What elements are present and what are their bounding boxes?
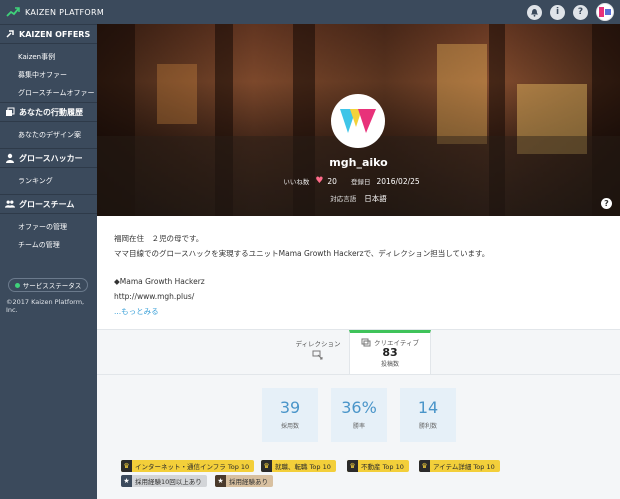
- brand-logo[interactable]: KAIZEN PLATFORM: [6, 6, 104, 18]
- tab-creative[interactable]: クリエイティブ 83 投稿数: [349, 330, 431, 375]
- sidebar-section-label: あなたの行動履歴: [19, 107, 83, 117]
- service-status-label: サービスステータス: [22, 282, 82, 290]
- bio-line: ママ目線でのグロースハックを実現するユニットMama Growth Hacker…: [114, 249, 490, 258]
- badge-adopted: ★ 採用経験あり: [215, 475, 273, 487]
- profile-stats-row: いいね数 ♥ 20 登録日 2016/02/25: [97, 176, 620, 186]
- crown-icon: ♛: [347, 460, 358, 472]
- stat-win-rate: 36% 勝率: [331, 388, 387, 442]
- sidebar-item-ranking[interactable]: ランキング: [0, 172, 97, 190]
- stat-value: 14: [417, 398, 439, 417]
- help-icon[interactable]: ?: [573, 4, 588, 20]
- notification-icon[interactable]: [527, 4, 542, 20]
- profile-language-row: 対応言語 日本語: [97, 193, 620, 204]
- badge-label: 就職、転職 Top 10: [275, 463, 331, 471]
- profile-avatar: [331, 94, 385, 148]
- sidebar-item-team-management[interactable]: チームの管理: [0, 236, 97, 254]
- badge-adopted-10plus: ★ 採用経験10回以上あり: [121, 475, 207, 487]
- sidebar-item-growth-team-offers[interactable]: グロースチームオファー: [0, 84, 97, 102]
- creative-count-label: 投稿数: [380, 361, 399, 368]
- stat-label: 勝率: [352, 423, 365, 430]
- heart-icon: ♥: [315, 176, 324, 186]
- sidebar-item-open-offers[interactable]: 募集中オファー: [0, 66, 97, 84]
- sidebar: KAIZEN OFFERS Kaizen事例 募集中オファー グロースチームオフ…: [0, 24, 97, 499]
- sidebar-section-growth-team[interactable]: グロースチーム: [0, 194, 97, 214]
- service-status-button[interactable]: サービスステータス: [8, 278, 88, 292]
- stat-value: 36%: [341, 398, 377, 417]
- profile-username: mgh_aiko: [329, 156, 388, 169]
- badge-label: 不動産 Top 10: [361, 463, 404, 471]
- sidebar-section-label: グロースハッカー: [19, 153, 83, 163]
- question-icon[interactable]: ?: [601, 198, 612, 209]
- crown-icon: ♛: [121, 460, 132, 472]
- read-more-link[interactable]: ...もっとみる: [114, 304, 604, 319]
- brand-name: KAIZEN PLATFORM: [25, 7, 105, 17]
- kaizen-logo-icon: [6, 7, 20, 17]
- tab-direction-label: ディレクション: [295, 340, 341, 348]
- kaizen-arrow-icon: [5, 29, 15, 39]
- profile-hero: mgh_aiko いいね数 ♥ 20 登録日 2016/02/25 対応言語 日…: [97, 24, 620, 216]
- info-icon[interactable]: i: [550, 4, 565, 20]
- badge-item-detail-top10: ♛ アイテム詳細 Top 10: [419, 460, 500, 472]
- registered-label: 登録日: [350, 178, 371, 186]
- stat-value: 39: [279, 398, 301, 417]
- sidebar-item-your-designs[interactable]: あなたのデザイン案: [0, 126, 97, 144]
- profile-bio: 福岡在住 ２児の母です。 ママ目線でのグロースハックを実現するユニットMama …: [114, 231, 604, 319]
- activity-section: ディレクション クリエイティブ 83 投稿数 39 採用数 36% 勝率 14 …: [97, 329, 620, 499]
- sidebar-section-history[interactable]: あなたの行動履歴: [0, 102, 97, 122]
- mgh-logo-icon: [340, 109, 376, 133]
- status-dot-icon: [14, 282, 20, 288]
- language-value: 日本語: [364, 194, 387, 203]
- user-icon: [5, 153, 15, 163]
- sidebar-section-label: グロースチーム: [19, 199, 75, 209]
- likes-count: 20: [327, 176, 337, 186]
- sidebar-item-offer-management[interactable]: オファーの管理: [0, 218, 97, 236]
- team-icon: [5, 199, 15, 209]
- tab-direction[interactable]: ディレクション: [287, 330, 349, 374]
- bio-line: ◆Mama Growth Hackerz: [114, 277, 205, 286]
- sidebar-item-kaizen-cases[interactable]: Kaizen事例: [0, 48, 97, 66]
- bio-url: http://www.mgh.plus/: [114, 292, 195, 301]
- stat-label: 採用数: [280, 423, 299, 430]
- badge-job-top10: ♛ 就職、転職 Top 10: [261, 460, 336, 472]
- creative-count: 83: [382, 346, 398, 359]
- stat-wins: 14 勝利数: [400, 388, 456, 442]
- sidebar-section-growth-hacker[interactable]: グロースハッカー: [0, 148, 97, 168]
- stat-adopted: 39 採用数: [262, 388, 318, 442]
- stat-label: 勝利数: [418, 423, 437, 430]
- crown-icon: ♛: [419, 460, 430, 472]
- history-icon: [5, 107, 15, 117]
- crown-icon: ♛: [261, 460, 272, 472]
- sidebar-section-label: KAIZEN OFFERS: [19, 29, 91, 39]
- badge-internet-top10: ♛ インターネット・通信インフラ Top 10: [121, 460, 255, 472]
- star-icon: ★: [121, 475, 132, 487]
- badge-label: 採用経験10回以上あり: [135, 478, 202, 486]
- direction-icon: [287, 350, 349, 363]
- user-avatar[interactable]: [596, 3, 614, 21]
- likes-label: いいね数: [283, 178, 310, 186]
- star-icon: ★: [215, 475, 226, 487]
- language-label: 対応言語: [330, 195, 357, 203]
- bio-line: 福岡在住 ２児の母です。: [114, 234, 204, 243]
- copyright: ©2017 Kaizen Platform, Inc.: [6, 298, 85, 314]
- registered-date: 2016/02/25: [376, 176, 420, 186]
- creative-icon: [361, 338, 371, 346]
- badge-realestate-top10: ♛ 不動産 Top 10: [347, 460, 409, 472]
- top-bar: KAIZEN PLATFORM i ?: [0, 0, 620, 24]
- sidebar-section-kaizen-offers[interactable]: KAIZEN OFFERS: [0, 24, 97, 44]
- badge-label: 採用経験あり: [229, 478, 268, 486]
- badge-label: インターネット・通信インフラ Top 10: [135, 463, 250, 471]
- badge-label: アイテム詳細 Top 10: [433, 463, 495, 471]
